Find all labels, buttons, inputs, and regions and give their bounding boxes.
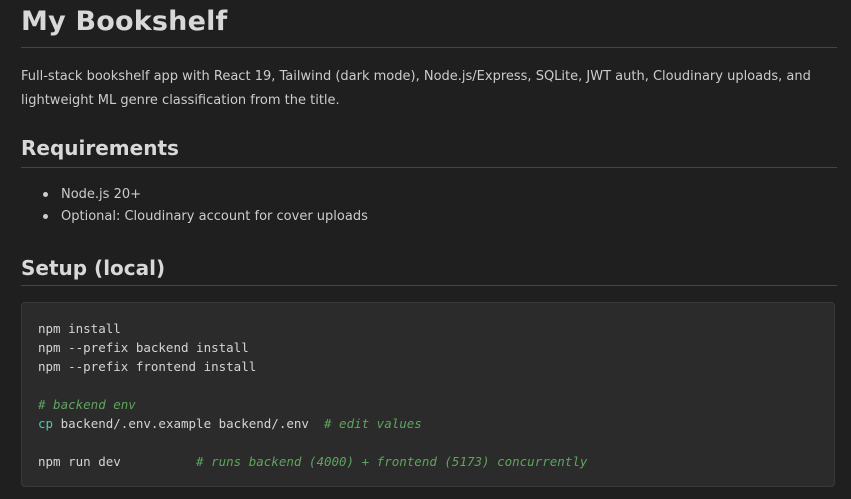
- setup-divider: [21, 285, 837, 286]
- code-line: npm install: [38, 321, 121, 336]
- requirements-divider: [21, 167, 837, 168]
- bullet-icon: [43, 214, 48, 219]
- code-block[interactable]: npm install npm --prefix backend install n…: [21, 302, 835, 487]
- code-line: cp backend/.env.example backend/.env # e…: [38, 414, 587, 433]
- list-item-text: Optional: Cloudinary account for cover u…: [61, 209, 368, 224]
- list-item: Node.js 20+: [43, 184, 368, 206]
- code-command: cp: [38, 416, 54, 431]
- code-command: npm run dev: [38, 454, 197, 469]
- page-title: My Bookshelf: [21, 6, 228, 37]
- intro-paragraph: Full-stack bookshelf app with React 19, …: [21, 69, 811, 108]
- list-item: Optional: Cloudinary account for cover u…: [43, 206, 368, 228]
- code-args: backend/.env.example backend/.env: [53, 416, 324, 431]
- code-content[interactable]: npm install npm --prefix backend install n…: [38, 319, 587, 471]
- code-comment: # backend env: [38, 397, 136, 412]
- requirements-list: Node.js 20+ Optional: Cloudinary account…: [43, 184, 368, 228]
- code-line: npm run dev # runs backend (4000) + fron…: [38, 452, 587, 471]
- code-line: npm --prefix backend install: [38, 340, 249, 355]
- code-comment: # edit values: [324, 416, 422, 431]
- bullet-icon: [43, 192, 48, 197]
- requirements-heading: Requirements: [21, 136, 179, 160]
- code-line: # backend env: [38, 395, 587, 414]
- code-comment: # runs backend (4000) + frontend (5173) …: [196, 454, 588, 469]
- setup-heading: Setup (local): [21, 256, 166, 280]
- title-divider: [21, 47, 837, 48]
- code-line: npm --prefix frontend install: [38, 359, 257, 374]
- list-item-text: Node.js 20+: [61, 187, 142, 202]
